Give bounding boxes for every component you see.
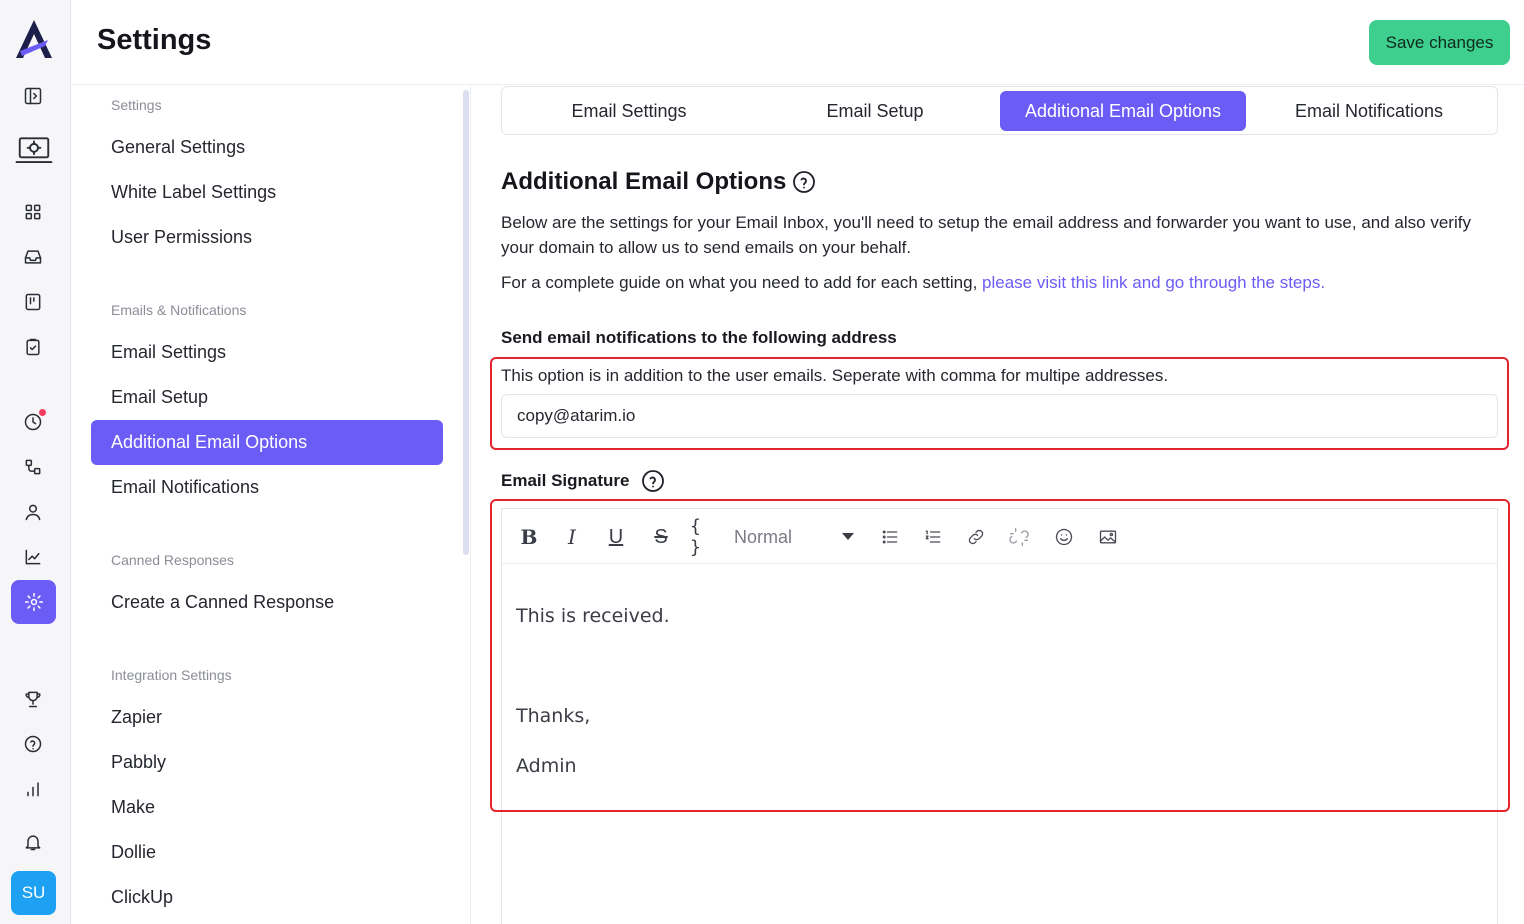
panel-toggle-icon[interactable] xyxy=(13,76,53,116)
section-title-canned: Canned Responses xyxy=(111,552,234,568)
section-title-settings: Settings xyxy=(111,97,162,113)
subnav-item-user-permissions[interactable]: User Permissions xyxy=(91,215,443,260)
subnav-item-pabbly[interactable]: Pabbly xyxy=(91,740,443,785)
help-icon[interactable] xyxy=(792,170,816,194)
chart-line-icon[interactable] xyxy=(13,537,53,577)
guide-prefix: For a complete guide on what you need to… xyxy=(501,273,983,292)
notify-label: Send email notifications to the followin… xyxy=(501,328,897,347)
description-text: Below are the settings for your Email In… xyxy=(501,213,1471,257)
subnav-item-general-settings[interactable]: General Settings xyxy=(91,125,443,170)
gear-icon[interactable] xyxy=(11,580,56,624)
highlight-signature-box xyxy=(490,499,1510,812)
help-icon[interactable] xyxy=(13,724,53,764)
subnav-item-dollie[interactable]: Dollie xyxy=(91,830,443,875)
highlight-notify-box xyxy=(490,357,1509,450)
trophy-icon[interactable] xyxy=(13,679,53,719)
tab-additional-email-options[interactable]: Additional Email Options xyxy=(1000,91,1246,131)
subnav-item-email-notifications[interactable]: Email Notifications xyxy=(91,465,443,510)
user-icon[interactable] xyxy=(13,492,53,532)
inbox-icon[interactable] xyxy=(13,237,53,277)
guide-link[interactable]: please visit this link and go through th… xyxy=(982,273,1325,292)
atarim-logo[interactable] xyxy=(12,18,56,60)
settings-subnav: Settings General Settings White Label Se… xyxy=(71,86,471,924)
top-bar: Settings Save changes xyxy=(71,0,1524,85)
board-icon[interactable] xyxy=(13,282,53,322)
bar-chart-icon[interactable] xyxy=(13,769,53,809)
signature-label: Email Signature xyxy=(501,469,665,493)
page-title: Settings xyxy=(97,24,212,56)
subnav-item-email-setup[interactable]: Email Setup xyxy=(91,375,443,420)
subnav-item-additional-email-options[interactable]: Additional Email Options xyxy=(91,420,443,465)
subnav-item-email-settings[interactable]: Email Settings xyxy=(91,330,443,375)
subnav-item-zapier[interactable]: Zapier xyxy=(91,695,443,740)
avatar[interactable]: SU xyxy=(11,871,56,915)
clipboard-icon[interactable] xyxy=(13,327,53,367)
tab-email-setup[interactable]: Email Setup xyxy=(752,91,998,131)
laptop-gear-icon[interactable] xyxy=(10,128,58,174)
section-title-emails: Emails & Notifications xyxy=(111,302,247,318)
subnav-scrollbar[interactable] xyxy=(463,90,469,555)
section-heading-text: Additional Email Options xyxy=(501,168,787,195)
subnav-item-make[interactable]: Make xyxy=(91,785,443,830)
signature-label-text: Email Signature xyxy=(501,471,630,490)
subnav-item-create-canned-response[interactable]: Create a Canned Response xyxy=(91,580,443,625)
guide-text: For a complete guide on what you need to… xyxy=(501,270,1501,295)
subnav-item-white-label-settings[interactable]: White Label Settings xyxy=(91,170,443,215)
subnav-item-clickup[interactable]: ClickUp xyxy=(91,875,443,920)
bell-icon[interactable] xyxy=(13,822,53,862)
clock-icon[interactable] xyxy=(13,402,53,442)
help-icon[interactable] xyxy=(641,469,665,493)
tab-email-settings[interactable]: Email Settings xyxy=(506,91,752,131)
section-title-integrations: Integration Settings xyxy=(111,667,232,683)
save-changes-button[interactable]: Save changes xyxy=(1369,20,1510,65)
grid-icon[interactable] xyxy=(13,192,53,232)
workflow-icon[interactable] xyxy=(13,447,53,487)
section-heading: Additional Email Options xyxy=(501,168,816,196)
email-tabs: Email Settings Email Setup Additional Em… xyxy=(501,86,1498,135)
tab-email-notifications[interactable]: Email Notifications xyxy=(1246,91,1492,131)
notification-dot xyxy=(38,408,47,417)
icon-rail: SU xyxy=(0,0,71,924)
